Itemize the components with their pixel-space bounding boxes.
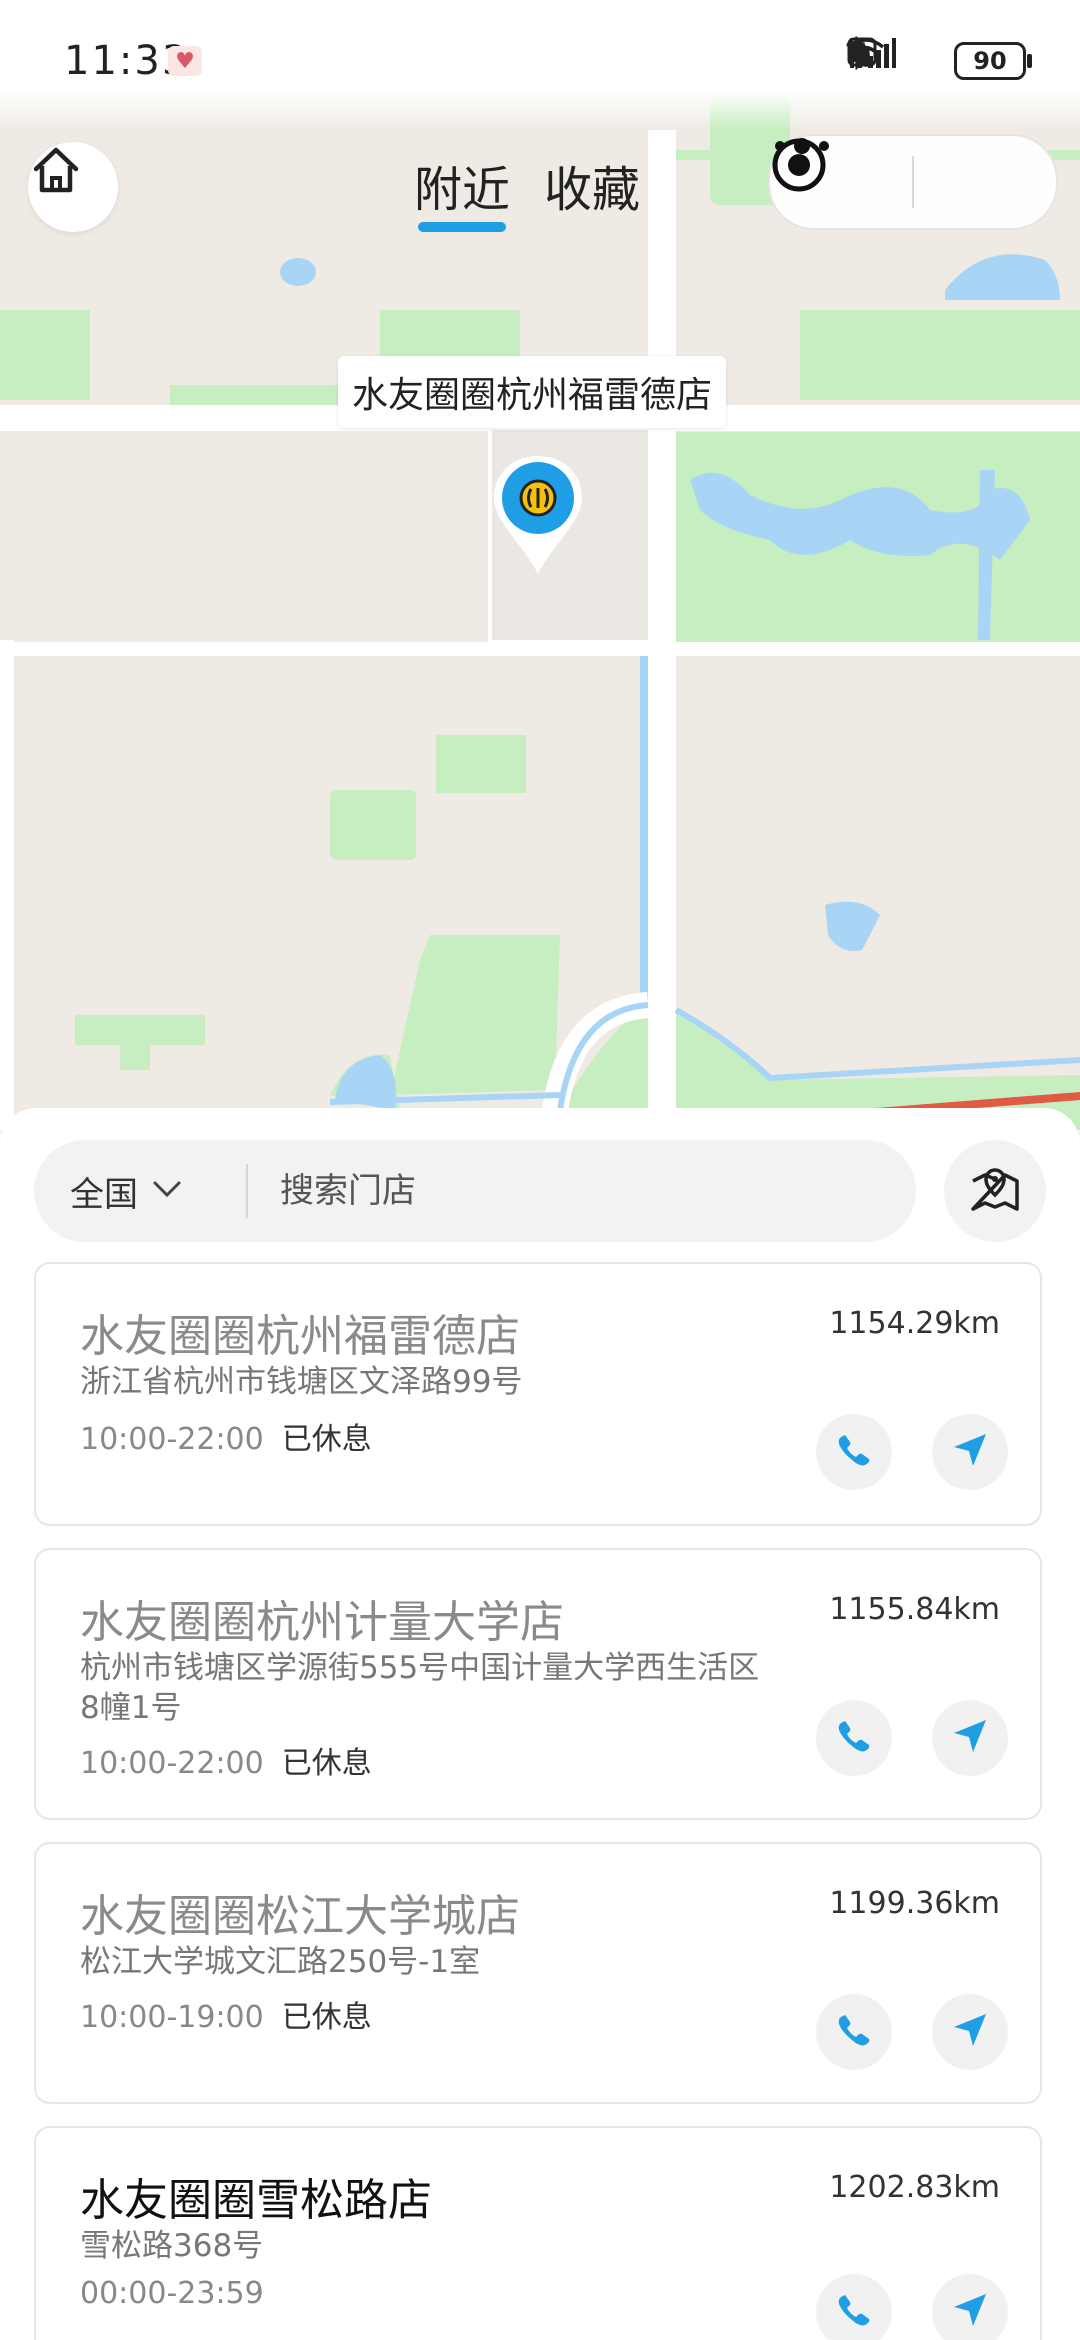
heart-icon: ♥ [168,46,202,76]
store-list: 水友圈圈杭州福雷德店 1154.29km 浙江省杭州市钱塘区文泽路99号 10:… [34,1262,1046,2340]
store-name: 水友圈圈杭州计量大学店 [80,1597,564,1648]
map-pin-icon [967,1161,1023,1221]
navigate-button[interactable] [932,1700,1008,1776]
call-button[interactable] [816,1994,892,2070]
status-icons: 4G 90 [846,36,1044,86]
store-hours: 10:00-19:00 [80,2000,264,2035]
search-bar: 全国 [34,1140,916,1242]
store-distance: 1155.84km [829,1592,1000,1627]
store-name: 水友圈圈松江大学城店 [80,1891,520,1942]
phone-icon [834,2290,874,2334]
store-search-input[interactable] [278,1170,842,1212]
store-status: 已休息 [281,1422,372,1457]
tab-favorites[interactable]: 收藏 [544,150,640,234]
call-button[interactable] [816,2274,892,2340]
store-status: 已休息 [281,2000,372,2035]
region-label: 全国 [70,1174,138,1215]
navigation-arrow-icon [950,1430,990,1474]
navigate-button[interactable] [932,2274,1008,2340]
navigation-arrow-icon [950,1716,990,1760]
phone-icon [834,2010,874,2054]
navigation-arrow-icon [950,2290,990,2334]
store-card[interactable]: 水友圈圈杭州福雷德店 1154.29km 浙江省杭州市钱塘区文泽路99号 10:… [34,1262,1042,1526]
store-hours-row: 10:00-22:00 已休息 [80,1414,372,1458]
chevron-down-icon [152,1179,182,1203]
location-pin-icon [494,456,582,574]
store-marker[interactable] [490,452,586,578]
store-hours: 10:00-22:00 [80,1746,264,1781]
store-name: 水友圈圈雪松路店 [80,2175,432,2226]
navigation-arrow-icon [950,2010,990,2054]
app-root: 11:33 ♥ 4G [0,0,1080,2340]
search-row: 全国 [34,1140,1046,1242]
store-hours-row: 00:00-23:59 [80,2276,282,2311]
marker-label: 水友圈圈杭州福雷德店 [352,375,713,416]
tab-nearby[interactable]: 附近 [414,150,510,234]
call-button[interactable] [816,1414,892,1490]
store-address: 雪松路368号 [80,2228,264,2264]
search-divider [246,1164,248,1218]
status-bar: 11:33 ♥ 4G [0,0,1080,130]
store-hours: 10:00-22:00 [80,1422,264,1457]
miniprogram-capsule [768,134,1058,230]
store-card[interactable]: 水友圈圈雪松路店 1202.83km 雪松路368号 00:00-23:59 [34,2126,1042,2340]
marker-callout[interactable]: 水友圈圈杭州福雷德店 [338,356,727,428]
store-address: 松江大学城文汇路250号-1室 [80,1944,481,1980]
map-view-button[interactable] [944,1140,1046,1242]
store-status: 已休息 [281,1746,372,1781]
phone-icon [834,1716,874,1760]
navigate-button[interactable] [932,1994,1008,2070]
map-view[interactable]: 11:33 ♥ 4G [0,0,1080,1130]
store-hours-row: 10:00-19:00 已休息 [80,1992,372,2036]
top-tabs: 附近 收藏 [414,150,640,234]
store-name: 水友圈圈杭州福雷德店 [80,1311,520,1362]
store-card[interactable]: 水友圈圈松江大学城店 1199.36km 松江大学城文汇路250号-1室 10:… [34,1842,1042,2104]
call-button[interactable] [816,1700,892,1776]
close-miniprogram-button[interactable] [772,136,1056,228]
navigate-button[interactable] [932,1414,1008,1490]
region-selector[interactable]: 全国 [34,1140,220,1242]
store-distance: 1202.83km [829,2170,1000,2205]
store-card[interactable]: 水友圈圈杭州计量大学店 1155.84km 杭州市钱塘区学源街555号中国计量大… [34,1548,1042,1820]
battery-indicator: 90 [954,42,1032,80]
store-hours: 00:00-23:59 [80,2276,264,2311]
phone-icon [834,1430,874,1474]
store-distance: 1199.36km [829,1886,1000,1921]
store-address: 浙江省杭州市钱塘区文泽路99号 [80,1364,523,1400]
home-button[interactable] [28,142,118,232]
store-panel: 全国 水友圈圈杭州福雷德店 1154.29km 浙江省杭州市钱塘区文泽路99号 [0,1108,1080,2340]
store-hours-row: 10:00-22:00 已休息 [80,1738,372,1782]
store-address: 杭州市钱塘区学源街555号中国计量大学西生活区8幢1号 [80,1650,760,1726]
store-distance: 1154.29km [829,1306,1000,1341]
